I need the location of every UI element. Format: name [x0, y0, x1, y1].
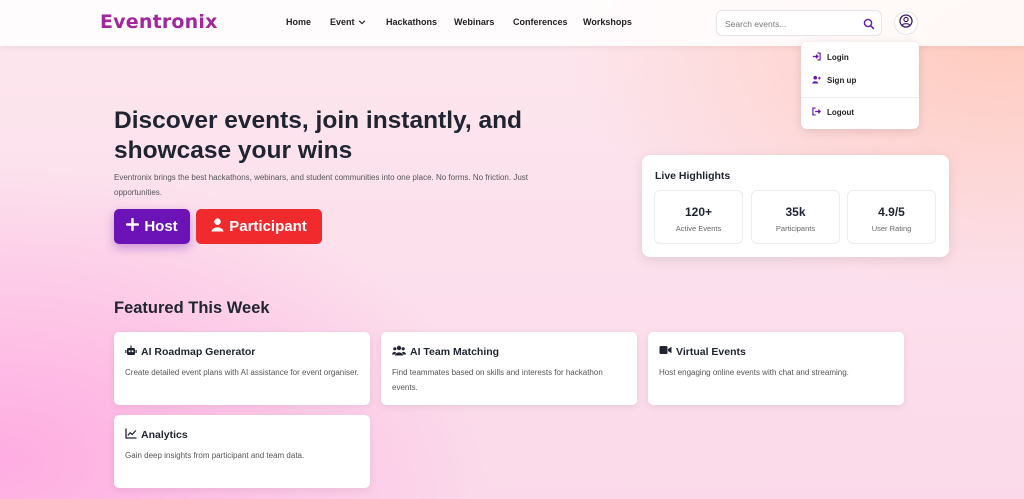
profile-dropdown: Login Sign up Logout [801, 42, 919, 129]
card-title: Analytics [125, 428, 188, 442]
chart-line-icon [125, 428, 137, 442]
nav-event-label: Event [330, 17, 355, 27]
card-title-text: AI Roadmap Generator [141, 346, 256, 358]
stat-label: Active Events [675, 224, 722, 233]
live-highlights-card: Live Highlights 120+ Active Events 35k P… [642, 155, 949, 257]
nav-home[interactable]: Home [286, 17, 311, 27]
stat-value: 4.9/5 [878, 205, 905, 219]
robot-icon [125, 345, 137, 359]
nav-hackathons[interactable]: Hackathons [386, 17, 437, 27]
feature-card-ai-roadmap[interactable]: AI Roadmap Generator Create detailed eve… [114, 332, 370, 405]
stat-label: User Rating [871, 224, 912, 233]
participant-button-label: Participant [229, 218, 307, 235]
user-plus-icon [812, 75, 821, 86]
highlights-title: Live Highlights [655, 170, 731, 182]
card-description: Host engaging online events with chat an… [659, 368, 849, 377]
card-description: Create detailed event plans with AI assi… [125, 368, 359, 377]
host-button[interactable]: Host [114, 209, 190, 244]
stat-user-rating: 4.9/5 User Rating [847, 190, 936, 244]
menu-signup[interactable]: Sign up [812, 75, 856, 86]
featured-title: Featured This Week [114, 299, 270, 317]
video-icon [659, 345, 672, 358]
user-circle-icon [899, 13, 913, 33]
login-icon [812, 52, 821, 63]
card-title: AI Roadmap Generator [125, 345, 255, 359]
host-button-label: Host [144, 218, 178, 235]
nav-conferences[interactable]: Conferences [513, 17, 568, 27]
brand-logo[interactable]: Eventronix [100, 11, 218, 33]
card-title: Virtual Events [659, 345, 746, 358]
hero-description: Eventronix brings the best hackathons, w… [114, 173, 528, 197]
menu-signup-label: Sign up [827, 76, 857, 85]
stat-value: 35k [785, 205, 806, 219]
chevron-down-icon [358, 18, 366, 28]
menu-logout-label: Logout [827, 108, 855, 117]
card-title: AI Team Matching [392, 345, 499, 359]
nav-webinars[interactable]: Webinars [454, 17, 494, 27]
search-input[interactable] [725, 16, 855, 31]
nav-event[interactable]: Event [330, 17, 366, 28]
feature-card-analytics[interactable]: Analytics Gain deep insights from partic… [114, 415, 370, 488]
search-icon[interactable] [863, 17, 875, 30]
profile-button[interactable] [894, 11, 918, 35]
participant-button[interactable]: Participant [196, 209, 322, 244]
card-description: Gain deep insights from participant and … [125, 451, 305, 460]
card-title-text: Virtual Events [676, 345, 746, 358]
stat-value: 120+ [684, 205, 713, 219]
menu-logout[interactable]: Logout [812, 107, 854, 118]
card-title-text: AI Team Matching [410, 346, 500, 358]
stat-label: Participants [775, 224, 816, 233]
search-box [716, 10, 882, 36]
feature-card-ai-team-matching[interactable]: AI Team Matching Find teammates based on… [381, 332, 637, 405]
hero-title: Discover events, join instantly, and sho… [114, 107, 522, 164]
stat-active-events: 120+ Active Events [654, 190, 743, 244]
menu-login[interactable]: Login [812, 52, 849, 63]
plus-icon [126, 217, 140, 235]
menu-login-label: Login [827, 53, 849, 62]
stat-participants: 35k Participants [751, 190, 840, 244]
card-title-text: Analytics [141, 429, 188, 441]
navbar: Eventronix Home Event Hackathons Webinar… [0, 0, 1024, 46]
logout-icon [812, 107, 821, 118]
dropdown-divider [801, 97, 919, 98]
feature-card-virtual-events[interactable]: Virtual Events Host engaging online even… [648, 332, 904, 405]
user-icon [211, 217, 224, 236]
nav-workshops[interactable]: Workshops [583, 17, 632, 27]
card-description: Find teammates based on skills and inter… [392, 368, 603, 392]
users-icon [392, 345, 406, 359]
